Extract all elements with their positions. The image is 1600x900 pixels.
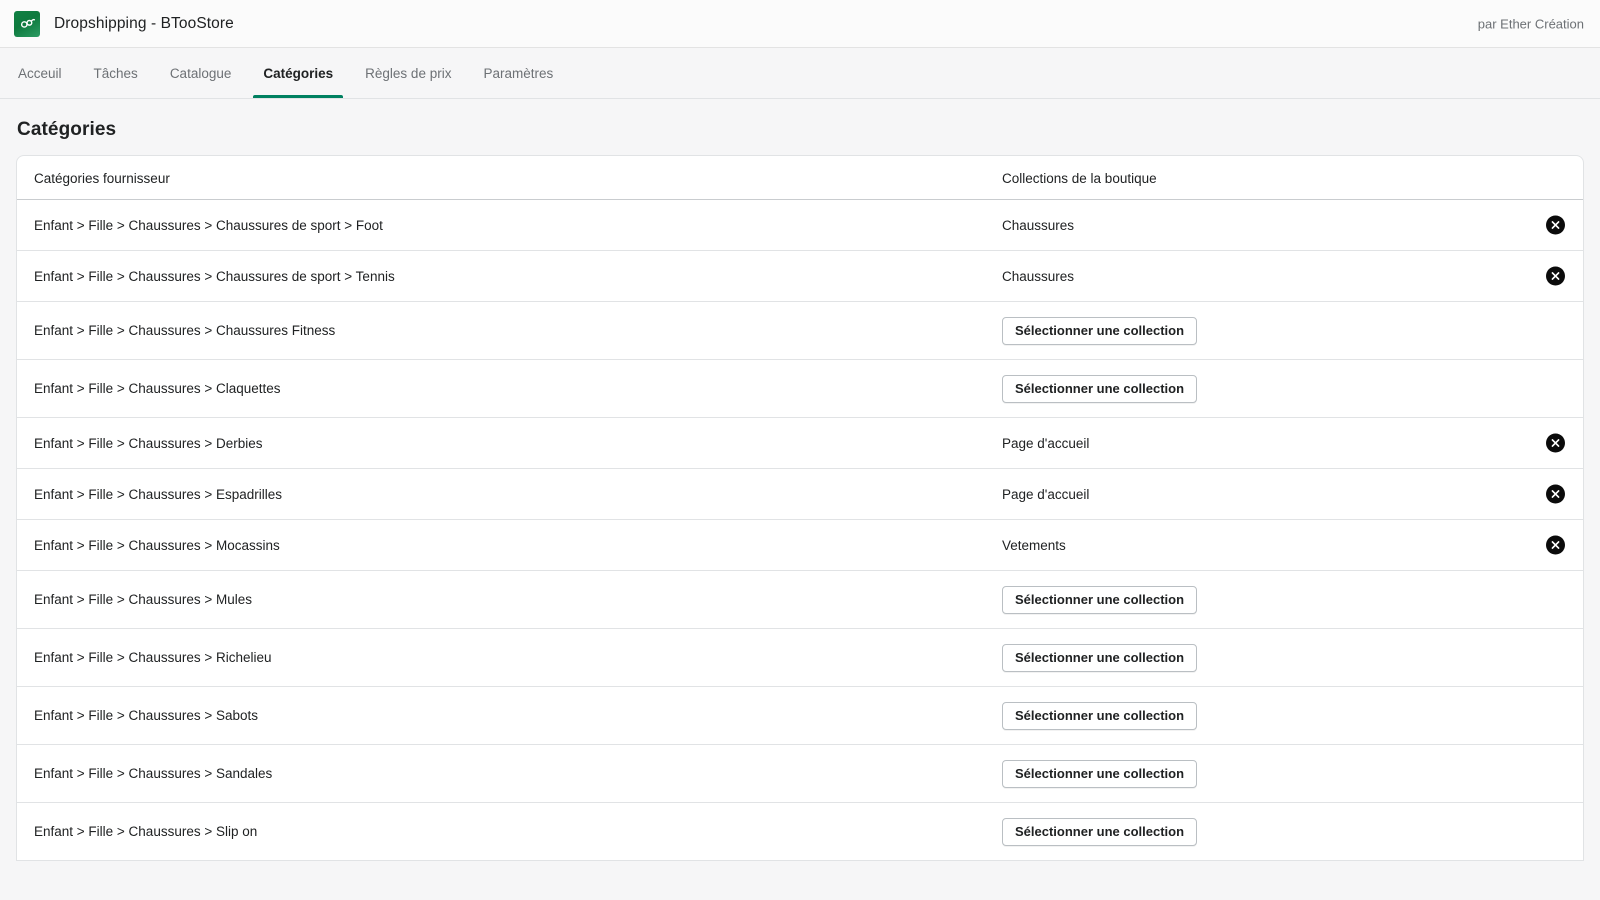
circle-x-icon[interactable] (1546, 215, 1565, 235)
supplier-category-path: Enfant > Fille > Chaussures > Sandales (34, 766, 273, 781)
tab-acceuil[interactable]: Acceuil (2, 48, 78, 98)
table-row: Enfant > Fille > Chaussures > Chaussures… (17, 302, 1583, 360)
collection-name: Vetements (1002, 537, 1066, 553)
collection-name: Page d'accueil (1002, 435, 1090, 451)
main-navigation: Acceuil Tâches Catalogue Catégories Règl… (0, 48, 1600, 99)
circle-x-icon[interactable] (1546, 266, 1565, 286)
select-collection-button[interactable]: Sélectionner une collection (1002, 374, 1198, 403)
tab-parametres[interactable]: Paramètres (467, 48, 569, 98)
supplier-category-path: Enfant > Fille > Chaussures > Chaussures… (34, 268, 395, 284)
store-collection-cell: Page d'accueil (1002, 487, 1565, 502)
store-collection-cell: Page d'accueil (1002, 436, 1565, 451)
store-collection-cell: Sélectionner une collection (1002, 817, 1565, 846)
app-header: Dropshipping - BTooStore par Ether Créat… (0, 0, 1600, 48)
select-collection-button[interactable]: Sélectionner une collection (1002, 316, 1198, 345)
store-collection-cell: Sélectionner une collection (1002, 316, 1565, 345)
supplier-category-path: Enfant > Fille > Chaussures > Sabots (34, 708, 259, 723)
supplier-category-path: Enfant > Fille > Chaussures > Mocassins (34, 537, 280, 553)
table-row: Enfant > Fille > Chaussures > Mules Sélec… (17, 571, 1583, 629)
store-collection-cell: Chaussures (1002, 269, 1565, 284)
app-byline: par Ether Création (1477, 16, 1584, 31)
select-collection-button[interactable]: Sélectionner une collection (1002, 759, 1198, 788)
store-collection-cell: Sélectionner une collection (1002, 374, 1565, 403)
supplier-category-path: Enfant > Fille > Chaussures > Mules (34, 592, 252, 607)
table-row: Enfant > Fille > Chaussures > Richelieu S… (17, 629, 1583, 687)
table-row: Enfant > Fille > Chaussures > Slip on Sél… (17, 803, 1583, 861)
tab-catalogue[interactable]: Catalogue (154, 48, 248, 98)
store-collection-cell: Sélectionner une collection (1002, 585, 1565, 614)
store-collection-cell: Sélectionner une collection (1002, 701, 1565, 730)
table-row: Enfant > Fille > Chaussures > Espadrille… (17, 469, 1583, 520)
circle-x-icon[interactable] (1546, 433, 1565, 453)
select-collection-button[interactable]: Sélectionner une collection (1002, 585, 1198, 614)
store-collection-cell: Sélectionner une collection (1002, 643, 1565, 672)
supplier-category-path: Enfant > Fille > Chaussures > Slip on (34, 824, 258, 839)
infinity-loop-icon (14, 10, 40, 37)
table-row: Enfant > Fille > Chaussures > Mocassins V… (17, 520, 1583, 571)
table-row: Enfant > Fille > Chaussures > Sabots Séle… (17, 687, 1583, 745)
tab-categories[interactable]: Catégories (247, 48, 349, 98)
supplier-category-path: Enfant > Fille > Chaussures > Chaussures… (34, 323, 336, 338)
categories-table: Catégories fournisseur Collections de la… (17, 156, 1583, 861)
collection-name: Page d'accueil (1002, 486, 1090, 502)
select-collection-button[interactable]: Sélectionner une collection (1002, 701, 1198, 730)
circle-x-icon[interactable] (1546, 484, 1565, 504)
page-title: Catégories (17, 119, 117, 140)
select-collection-button[interactable]: Sélectionner une collection (1002, 817, 1198, 846)
table-row: Enfant > Fille > Chaussures > Sandales Sé… (17, 745, 1583, 803)
column-header-store-collections: Collections de la boutique (1002, 171, 1157, 186)
table-body: Enfant > Fille > Chaussures > Chaussures… (17, 200, 1583, 861)
supplier-category-path: Enfant > Fille > Chaussures > Claquettes (34, 381, 281, 396)
tab-regles-de-prix[interactable]: Règles de prix (349, 48, 467, 98)
app-title: Dropshipping - BTooStore (54, 14, 234, 32)
store-collection-cell: Chaussures (1002, 218, 1565, 233)
page-content: Catégories Catégories fournisseur Collec… (0, 99, 1600, 861)
supplier-category-path: Enfant > Fille > Chaussures > Derbies (34, 435, 263, 451)
table-header-row: Catégories fournisseur Collections de la… (17, 156, 1583, 200)
collection-name: Chaussures (1002, 268, 1075, 284)
table-row: Enfant > Fille > Chaussures > Chaussures… (17, 200, 1583, 251)
store-collection-cell: Sélectionner une collection (1002, 759, 1565, 788)
select-collection-button[interactable]: Sélectionner une collection (1002, 643, 1198, 672)
tab-taches[interactable]: Tâches (78, 48, 154, 98)
categories-mapping-card: Catégories fournisseur Collections de la… (16, 155, 1584, 861)
supplier-category-path: Enfant > Fille > Chaussures > Chaussures… (34, 217, 383, 233)
table-row: Enfant > Fille > Chaussures > Claquettes… (17, 360, 1583, 418)
supplier-category-path: Enfant > Fille > Chaussures > Espadrille… (34, 486, 283, 502)
table-row: Enfant > Fille > Chaussures > Derbies Pag… (17, 418, 1583, 469)
collection-name: Chaussures (1002, 217, 1075, 233)
supplier-category-path: Enfant > Fille > Chaussures > Richelieu (34, 650, 272, 665)
table-row: Enfant > Fille > Chaussures > Chaussures… (17, 251, 1583, 302)
column-header-supplier-categories: Catégories fournisseur (34, 171, 170, 186)
circle-x-icon[interactable] (1546, 535, 1565, 555)
store-collection-cell: Vetements (1002, 538, 1565, 553)
